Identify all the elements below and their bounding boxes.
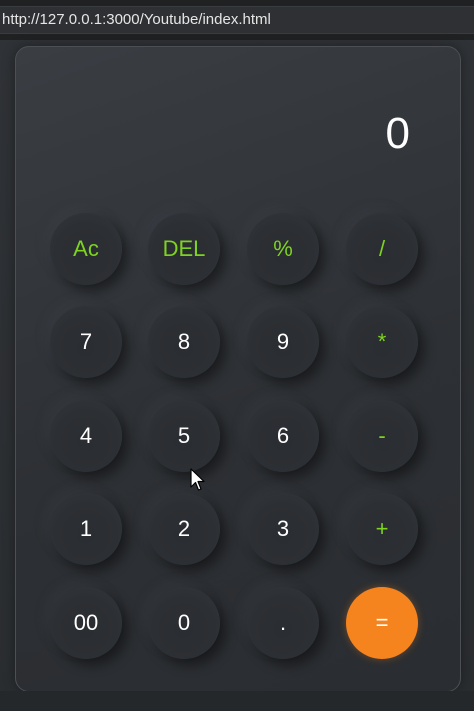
digit-0-button[interactable]: 0 (148, 587, 220, 659)
digit-2-button[interactable]: 2 (148, 493, 220, 565)
digit-9-button[interactable]: 9 (247, 306, 319, 378)
calculator: 0 Ac DEL % / 7 8 9 * 4 5 6 - 1 2 3 + 00 … (15, 46, 461, 692)
digit-6-button[interactable]: 6 (247, 400, 319, 472)
bottom-bar (0, 691, 474, 711)
decimal-button[interactable]: . (247, 587, 319, 659)
calculator-keypad: Ac DEL % / 7 8 9 * 4 5 6 - 1 2 3 + 00 0 … (16, 47, 462, 693)
clear-button[interactable]: Ac (50, 213, 122, 285)
multiply-button[interactable]: * (346, 306, 418, 378)
mouse-pointer-icon (190, 468, 205, 491)
digit-8-button[interactable]: 8 (148, 306, 220, 378)
digit-3-button[interactable]: 3 (247, 493, 319, 565)
digit-1-button[interactable]: 1 (50, 493, 122, 565)
digit-5-button[interactable]: 5 (148, 400, 220, 472)
digit-4-button[interactable]: 4 (50, 400, 122, 472)
double-zero-button[interactable]: 00 (50, 587, 122, 659)
url-input[interactable]: http://127.0.0.1:3000/Youtube/index.html (0, 6, 474, 34)
subtract-button[interactable]: - (346, 400, 418, 472)
browser-address-bar: http://127.0.0.1:3000/Youtube/index.html (0, 0, 474, 40)
equals-button[interactable]: = (346, 587, 418, 659)
percent-button[interactable]: % (247, 213, 319, 285)
delete-button[interactable]: DEL (148, 213, 220, 285)
divide-button[interactable]: / (346, 213, 418, 285)
add-button[interactable]: + (346, 493, 418, 565)
page: 0 Ac DEL % / 7 8 9 * 4 5 6 - 1 2 3 + 00 … (0, 40, 474, 711)
digit-7-button[interactable]: 7 (50, 306, 122, 378)
